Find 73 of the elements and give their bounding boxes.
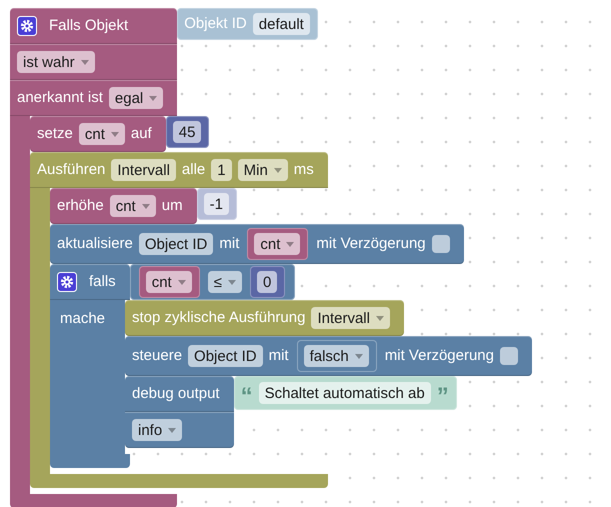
text-field[interactable]: Intervall: [111, 159, 176, 181]
checkbox[interactable]: [500, 347, 518, 365]
value-block[interactable]: 45: [166, 116, 210, 148]
caret-icon: [274, 168, 282, 172]
caret-icon: [110, 132, 119, 136]
dropdown-field[interactable]: falsch: [304, 345, 369, 367]
value-block[interactable]: falsch: [296, 340, 377, 372]
dropdown-field[interactable]: Min: [238, 159, 288, 181]
block-label: ms: [294, 160, 314, 180]
caret-icon: [80, 60, 89, 64]
code-block[interactable]: debug output “ Schaltet automatisch ab ” info: [125, 376, 457, 448]
checkbox[interactable]: [432, 235, 450, 253]
text-field[interactable]: 1: [211, 159, 232, 181]
caret-icon: [178, 280, 186, 284]
dropdown-field[interactable]: info: [132, 419, 182, 441]
caret-icon: [228, 280, 236, 284]
block-label: auf: [130, 124, 152, 144]
block-label: um: [162, 196, 183, 216]
block-label: alle: [182, 160, 206, 180]
value-block[interactable]: Objekt ID default: [177, 8, 318, 40]
value-block[interactable]: 0: [250, 266, 286, 298]
value-block[interactable]: “ Schaltet automatisch ab ”: [234, 376, 457, 410]
code-block[interactable]: aktualisiere Object ID mit cnt mit Verzögerung: [50, 224, 464, 264]
block-label: stop zyklische Ausführung: [132, 308, 306, 328]
block-label: erhöhe: [57, 196, 104, 216]
block-label: anerkannt ist: [17, 88, 103, 108]
text-field[interactable]: -1: [204, 193, 229, 215]
dropdown-field[interactable]: cnt: [254, 233, 300, 255]
block-label: mache: [60, 310, 106, 327]
text-field[interactable]: 0: [256, 271, 278, 293]
block-label: mit Verzögerung: [316, 234, 426, 254]
code-block[interactable]: stop zyklische Ausführung Intervall: [125, 300, 404, 336]
text-field[interactable]: default: [252, 13, 310, 35]
dropdown-field[interactable]: egal: [108, 87, 164, 109]
value-block[interactable]: -1: [196, 188, 237, 220]
gear-icon[interactable]: [57, 272, 77, 292]
block-label: mit Verzögerung: [384, 346, 494, 366]
text-field[interactable]: 45: [172, 121, 202, 143]
caret-icon: [354, 354, 363, 358]
code-block[interactable]: steuere Object ID mit falsch mit Verzögerung: [125, 336, 532, 376]
caret-icon: [286, 242, 294, 246]
block-label: Ausführen: [37, 160, 106, 180]
block-label: steuere: [132, 346, 182, 366]
code-block[interactable]: [30, 152, 532, 488]
block-label: aktualisiere: [57, 234, 133, 254]
dropdown-field[interactable]: ist wahr: [17, 51, 95, 73]
dropdown-field[interactable]: Intervall: [311, 307, 390, 329]
caret-icon: [149, 96, 158, 100]
dropdown-field[interactable]: cnt: [110, 195, 156, 217]
gear-icon[interactable]: [17, 16, 37, 36]
block-label: debug output: [132, 384, 220, 404]
block-label: mit: [268, 346, 289, 366]
block-label: Objekt ID: [184, 14, 247, 34]
dropdown-field[interactable]: cnt: [78, 123, 125, 145]
block-label: mit: [219, 234, 240, 254]
text-field[interactable]: Object ID: [138, 233, 214, 255]
caret-icon: [376, 316, 384, 320]
text-field[interactable]: Schaltet automatisch ab: [258, 382, 431, 404]
quote-mark: ”: [436, 382, 449, 406]
value-block[interactable]: cnt ≤ 0: [130, 264, 296, 300]
block-label: setze: [37, 124, 73, 144]
text-field[interactable]: Object ID: [188, 345, 263, 367]
caret-icon: [168, 428, 176, 432]
block-label: falls: [89, 272, 116, 292]
block-label: Falls Objekt: [49, 16, 128, 36]
code-block[interactable]: [10, 8, 532, 507]
quote-mark: “: [240, 382, 253, 406]
code-block[interactable]: falls cnt ≤ 0 mache stop zyklische Ausführung Intervall steuere Object ID mit falsch mit Verzögerung debug output “ Schaltet automatisch ab ” info: [50, 264, 532, 468]
value-block[interactable]: cnt: [247, 228, 308, 260]
caret-icon: [142, 204, 150, 208]
value-block[interactable]: cnt: [138, 266, 200, 298]
dropdown-field[interactable]: cnt: [146, 271, 192, 293]
dropdown-field[interactable]: ≤: [208, 271, 242, 293]
